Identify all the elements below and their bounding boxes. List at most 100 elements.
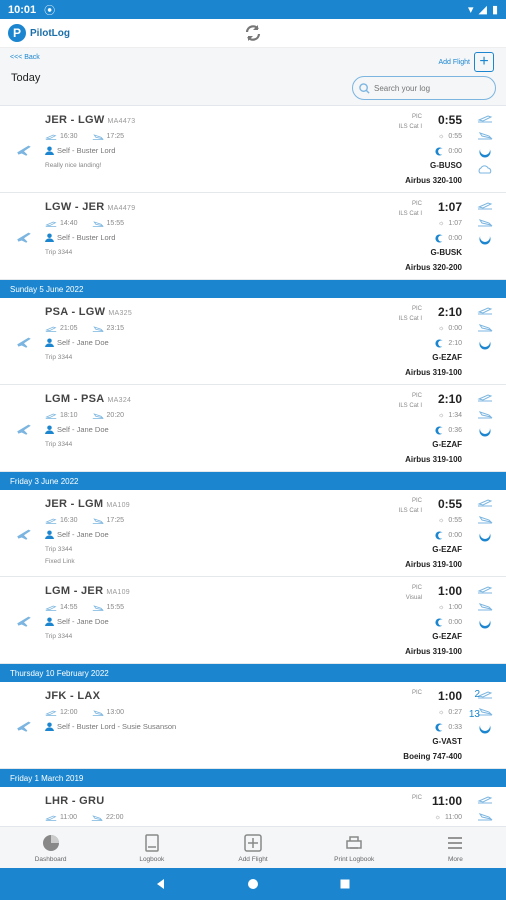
back-link[interactable]: <<< Back [10, 54, 40, 61]
approach-type: ILS Cat I [398, 211, 422, 217]
total-time: 1:07 [437, 200, 462, 214]
person-icon [45, 530, 54, 539]
recents-square-icon[interactable] [339, 878, 351, 890]
role-pic: PIC [411, 498, 422, 504]
app-header: P PilotLog [0, 19, 506, 48]
sync-icon[interactable] [243, 23, 263, 43]
signal-icon: ◢ [478, 4, 487, 16]
total-time: 2:10 [437, 305, 462, 319]
flight-route: JER - LGW MA4473 [45, 114, 136, 126]
takeoff-icon [477, 586, 493, 594]
role-pic: PIC [411, 393, 422, 399]
landing-icon [92, 134, 104, 140]
day-time-value: 11:00 [445, 814, 462, 821]
flight-role: PIC Visual [406, 585, 422, 601]
moon-icon [435, 339, 445, 348]
system-nav [0, 868, 506, 900]
departure-time-value: 11:00 [60, 814, 77, 821]
flight-entry[interactable]: JER - LGM MA109 16:30 17:25 Self - Jane Doe T… [0, 490, 506, 577]
nav-label: Dashboard [34, 855, 67, 863]
night-moon-icon [479, 146, 491, 158]
departure-time-value: 14:55 [60, 604, 78, 611]
arrival-time-value: 15:55 [106, 604, 125, 611]
total-time: 1:00 [437, 584, 462, 598]
night-moon-icon [479, 722, 491, 734]
back-triangle-icon[interactable] [155, 878, 167, 890]
landing-icon [92, 413, 104, 419]
moon-icon [435, 147, 445, 156]
crew-names: Self - Buster Lord [45, 146, 115, 155]
flight-times: 14:55 15:55 [45, 603, 124, 612]
search-box[interactable] [352, 76, 496, 100]
landing-icon [478, 219, 493, 227]
flight-entry[interactable]: LGM - PSA MA324 18:10 20:20 Self - Jane Doe T… [0, 385, 506, 472]
flight-number: MA324 [107, 397, 132, 404]
flight-entry[interactable]: LHR - GRU 11:00 22:00 PIC 11:00 ☼ 11:00 [0, 787, 506, 826]
night-time: 0:00 [435, 234, 462, 243]
night-time: 0:00 [435, 147, 462, 156]
aircraft-type: Airbus 320-100 [405, 176, 462, 185]
night-time-value: 0:00 [448, 235, 462, 242]
day-time: ☼ 0:00 [438, 325, 462, 332]
night-time-value: 0:33 [448, 724, 462, 731]
day-time-value: 0:55 [448, 517, 462, 524]
app-title: PilotLog [30, 27, 70, 39]
crew-names: Self - Jane Doe [45, 530, 109, 539]
aircraft-type: Airbus 319-100 [405, 647, 462, 656]
flight-times: 14:40 15:55 [45, 219, 124, 228]
nav-logbook[interactable]: Logbook [101, 827, 202, 868]
flight-note: Fixed Link [45, 558, 75, 565]
moon-icon [435, 618, 445, 627]
aircraft-type: Boeing 747-400 [403, 752, 462, 761]
total-time: 1:00 [437, 689, 462, 703]
add-flight-button[interactable]: Add Flight + [438, 52, 494, 72]
role-pic: PIC [411, 306, 422, 312]
departure-time: 11:00 [45, 813, 77, 822]
home-circle-icon[interactable] [247, 878, 259, 890]
flight-number: MA325 [108, 310, 133, 317]
approach-type: ILS Cat I [398, 124, 422, 130]
day-time-value: 1:00 [448, 604, 462, 611]
departure-time-value: 12:00 [60, 709, 78, 716]
flight-entry[interactable]: LGW - JER MA4479 14:40 15:55 Self - Buster L… [0, 193, 506, 280]
nav-dashboard[interactable]: Dashboard [0, 827, 101, 868]
flight-number: MA109 [106, 502, 130, 509]
flight-entry[interactable]: JER - LGW MA4473 16:30 17:25 Self - Buster L… [0, 106, 506, 193]
nav-more[interactable]: More [405, 827, 506, 868]
flight-entry[interactable]: LGM - JER MA109 14:55 15:55 Self - Jane Doe T… [0, 577, 506, 664]
takeoff-icon [45, 518, 57, 524]
landing-icon [478, 603, 493, 611]
takeoff-count: 2 [474, 689, 480, 700]
flight-note: Trip 3344 [45, 441, 73, 448]
landing-icon [478, 516, 493, 524]
crew-names: Self - Jane Doe [45, 425, 109, 434]
flight-times: 21:05 23:15 [45, 324, 124, 333]
arrival-time: 15:55 [92, 219, 124, 228]
role-pic: PIC [411, 690, 422, 696]
arrival-time: 17:25 [92, 516, 124, 525]
notification-icon: ⦿ [44, 4, 56, 17]
person-icon [45, 425, 54, 434]
landing-icon [92, 518, 104, 524]
landing-icon [91, 815, 103, 821]
search-input[interactable] [374, 83, 484, 93]
flight-entry[interactable]: JFK - LAX 12:00 13:00 Self - Buster Lord - … [0, 682, 506, 769]
nav-add-flight[interactable]: Add Flight [202, 827, 303, 868]
departure-time: 14:55 [45, 603, 78, 612]
person-icon [45, 722, 54, 731]
app-logo: P PilotLog [8, 24, 70, 42]
landing-count: 13 [468, 709, 480, 720]
sun-icon: ☼ [434, 814, 441, 821]
flight-list[interactable]: JER - LGW MA4473 16:30 17:25 Self - Buster L… [0, 106, 506, 826]
night-moon-icon [479, 530, 491, 542]
flight-entry[interactable]: PSA - LGW MA325 21:05 23:15 Self - Jane Doe T… [0, 298, 506, 385]
landing-icon [478, 324, 493, 332]
nav-label: Logbook [139, 855, 165, 863]
night-moon-icon [479, 338, 491, 350]
day-time: ☼ 1:07 [438, 220, 462, 227]
arrival-time-value: 13:00 [106, 709, 125, 716]
nav-print-logbook[interactable]: Print Logbook [304, 827, 405, 868]
status-icons [476, 583, 494, 629]
status-icons [476, 496, 494, 542]
landing-icon [478, 411, 493, 419]
